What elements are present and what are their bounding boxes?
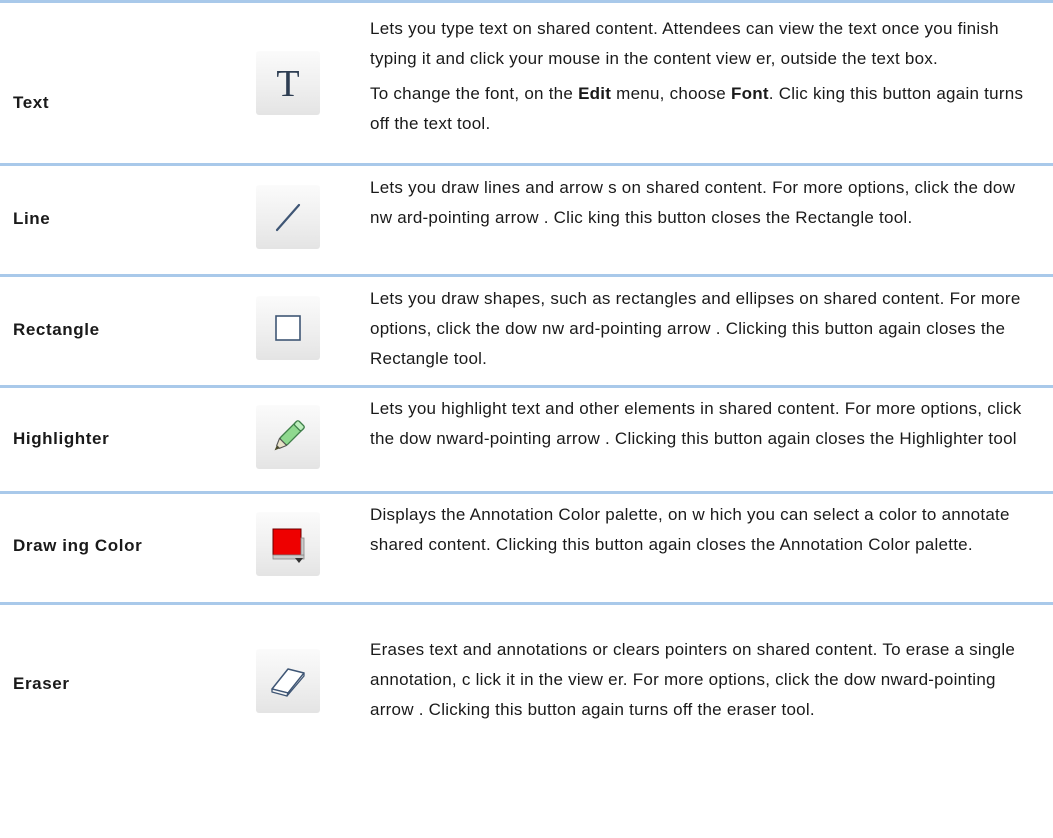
description-paragraph: To change the font, on the Edit menu, ch… <box>370 84 1024 133</box>
table-row-rectangle: Rectangle Lets you draw shapes, such as … <box>0 277 1053 385</box>
table-row-eraser: Eraser Erases text and annotations or cl… <box>0 605 1053 760</box>
tool-description: Lets you highlight text and other elemen… <box>370 394 1040 454</box>
drawing-color-icon <box>256 512 320 576</box>
annotation-tools-table: Text T Lets you type text on shared cont… <box>0 0 1053 760</box>
tool-name: Draw ing Color <box>13 536 143 555</box>
description-paragraph: Erases text and annotations or clears po… <box>370 640 1016 719</box>
description-paragraph: Lets you draw shapes, such as rectangles… <box>370 289 1021 368</box>
tool-description: Lets you draw lines and arrow s on share… <box>370 173 1040 233</box>
description-paragraph: Displays the Annotation Color palette, o… <box>370 505 1010 554</box>
description-paragraph: Lets you highlight text and other elemen… <box>370 399 1022 448</box>
tool-name: Eraser <box>13 674 70 693</box>
tool-name: Rectangle <box>13 320 100 339</box>
tool-name: Line <box>13 209 51 228</box>
edit-menu-name: Edit <box>578 84 612 103</box>
rectangle-tool-icon <box>256 296 320 360</box>
tool-name: Highlighter <box>13 429 110 448</box>
tool-description: Lets you type text on shared content. At… <box>370 14 1040 139</box>
tool-description: Displays the Annotation Color palette, o… <box>370 500 1040 560</box>
tool-name: Text <box>13 93 50 112</box>
table-row-drawing-color: Draw ing Color Displays the Annotation C… <box>0 494 1053 602</box>
description-paragraph: Lets you draw lines and arrow s on share… <box>370 178 1016 227</box>
table-row-text: Text T Lets you type text on shared cont… <box>0 3 1053 163</box>
description-paragraph: Lets you type text on shared content. At… <box>370 19 999 68</box>
svg-text:T: T <box>276 63 299 103</box>
tool-description: Erases text and annotations or clears po… <box>370 635 1040 725</box>
font-command-name: Font <box>730 84 769 103</box>
table-row-line: Line Lets you draw lines and arrow s on … <box>0 166 1053 274</box>
text-tool-icon: T <box>256 51 320 115</box>
eraser-tool-icon <box>256 649 320 713</box>
tool-description: Lets you draw shapes, such as rectangles… <box>370 284 1040 374</box>
table-row-highlighter: Highlighter Lets you highlight text and … <box>0 388 1053 491</box>
highlighter-tool-icon <box>256 405 320 469</box>
line-tool-icon <box>256 185 320 249</box>
